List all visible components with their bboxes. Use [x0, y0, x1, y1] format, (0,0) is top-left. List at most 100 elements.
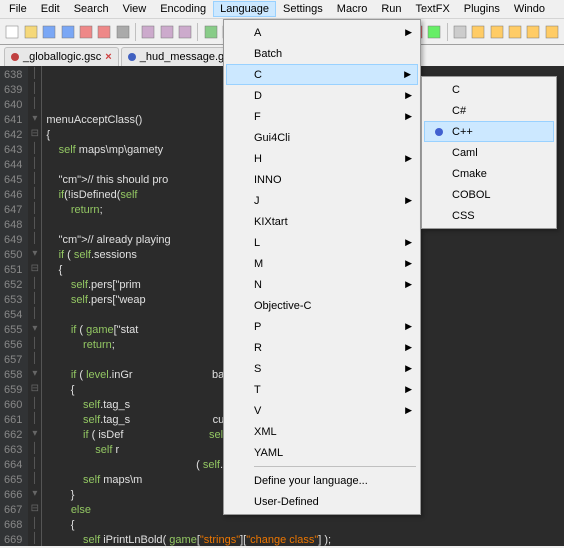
menu-item-label: KIXtart: [254, 216, 288, 228]
close-icon[interactable]: ×: [105, 51, 111, 63]
toolbar-separator: [197, 23, 198, 41]
submenu-arrow-icon: ▶: [405, 384, 412, 395]
h4-button[interactable]: [525, 23, 541, 41]
menu-item-c[interactable]: C▶: [226, 64, 418, 85]
menu-item-l[interactable]: L▶: [226, 232, 418, 253]
submenu-arrow-icon: ▶: [405, 321, 412, 332]
submenu-arrow-icon: ▶: [405, 153, 412, 164]
menu-item-gui4cli[interactable]: Gui4Cli: [226, 127, 418, 148]
h2-button[interactable]: [488, 23, 504, 41]
menu-item-xml[interactable]: XML: [226, 421, 418, 442]
h1-button[interactable]: [470, 23, 486, 41]
cut-button[interactable]: [140, 23, 156, 41]
menu-bar: FileEditSearchViewEncodingLanguageSettin…: [0, 0, 564, 19]
menu-item-label: Cmake: [452, 168, 487, 180]
submenu-arrow-icon: ▶: [405, 405, 412, 416]
menu-item-label: Batch: [254, 48, 282, 60]
submenu-arrow-icon: ▶: [405, 342, 412, 353]
menu-item-label: D: [254, 90, 262, 102]
submenu-arrow-icon: ▶: [405, 363, 412, 374]
h3-button[interactable]: [507, 23, 523, 41]
menu-item-h[interactable]: H▶: [226, 148, 418, 169]
submenu-arrow-icon: ▶: [405, 90, 412, 101]
menu-item-objective-c[interactable]: Objective-C: [226, 295, 418, 316]
print-button[interactable]: [115, 23, 131, 41]
menu-item-t[interactable]: T▶: [226, 379, 418, 400]
submenu-arrow-icon: ▶: [404, 69, 411, 80]
menu-item-r[interactable]: R▶: [226, 337, 418, 358]
menu-item-label: COBOL: [452, 189, 491, 201]
open-button[interactable]: [22, 23, 38, 41]
menu-item-label: Objective-C: [254, 300, 311, 312]
menu-item-user-defined[interactable]: User-Defined: [226, 491, 418, 512]
menu-item-label: T: [254, 384, 261, 396]
menu-edit[interactable]: Edit: [34, 1, 67, 17]
menu-item-c-[interactable]: C#: [424, 100, 554, 121]
tab--hud-message-g[interactable]: _hud_message.g: [121, 47, 231, 66]
menu-item-cmake[interactable]: Cmake: [424, 163, 554, 184]
menu-macro[interactable]: Macro: [330, 1, 375, 17]
menu-item-cobol[interactable]: COBOL: [424, 184, 554, 205]
menu-settings[interactable]: Settings: [276, 1, 330, 17]
menu-item-label: C#: [452, 105, 466, 117]
menu-item-label: P: [254, 321, 261, 333]
menu-item-j[interactable]: J▶: [226, 190, 418, 211]
menu-item-n[interactable]: N▶: [226, 274, 418, 295]
menu-item-kixtart[interactable]: KIXtart: [226, 211, 418, 232]
menu-item-s[interactable]: S▶: [226, 358, 418, 379]
menu-item-label: L: [254, 237, 260, 249]
menu-run[interactable]: Run: [374, 1, 408, 17]
copy-button[interactable]: [159, 23, 175, 41]
menu-item-label: Gui4Cli: [254, 132, 290, 144]
line-number-gutter: 6386396406416426436446456466476486496506…: [0, 66, 28, 546]
menu-item-define-your-language---[interactable]: Define your language...: [226, 470, 418, 491]
h5-button[interactable]: [544, 23, 560, 41]
menu-item-label: INNO: [254, 174, 282, 186]
close-button[interactable]: [78, 23, 94, 41]
menu-item-label: H: [254, 153, 262, 165]
spacer-button[interactable]: [451, 23, 467, 41]
play-button[interactable]: [426, 23, 442, 41]
fold-gutter[interactable]: │││▾⊟│││││││▾⊟│││▾││▾⊟││▾│││▾⊟││: [28, 66, 42, 546]
menu-view[interactable]: View: [116, 1, 154, 17]
menu-item-f[interactable]: F▶: [226, 106, 418, 127]
language-submenu-c[interactable]: C C# C++Caml Cmake COBOL CSS: [421, 76, 557, 229]
menu-item-label: A: [254, 27, 261, 39]
menu-search[interactable]: Search: [67, 1, 116, 17]
menu-item-css[interactable]: CSS: [424, 205, 554, 226]
menu-plugins[interactable]: Plugins: [457, 1, 507, 17]
menu-item-batch[interactable]: Batch: [226, 43, 418, 64]
menu-item-label: M: [254, 258, 263, 270]
saveall-button[interactable]: [59, 23, 75, 41]
new-button[interactable]: [4, 23, 20, 41]
file-status-icon: [11, 53, 19, 61]
toolbar-separator: [447, 23, 448, 41]
menu-item-label: XML: [254, 426, 277, 438]
menu-file[interactable]: File: [2, 1, 34, 17]
paste-button[interactable]: [177, 23, 193, 41]
tab--globallogic-gsc[interactable]: _globallogic.gsc×: [4, 47, 119, 66]
closeall-button[interactable]: [96, 23, 112, 41]
menu-item-label: C: [254, 69, 262, 81]
submenu-arrow-icon: ▶: [405, 237, 412, 248]
menu-item-inno[interactable]: INNO: [226, 169, 418, 190]
file-status-icon: [128, 53, 136, 61]
menu-encoding[interactable]: Encoding: [153, 1, 213, 17]
menu-item-c[interactable]: C: [424, 79, 554, 100]
submenu-arrow-icon: ▶: [405, 111, 412, 122]
menu-item-v[interactable]: V▶: [226, 400, 418, 421]
menu-item-yaml[interactable]: YAML: [226, 442, 418, 463]
undo-button[interactable]: [202, 23, 218, 41]
menu-item-a[interactable]: A▶: [226, 22, 418, 43]
menu-item-p[interactable]: P▶: [226, 316, 418, 337]
menu-windo[interactable]: Windo: [507, 1, 552, 17]
menu-item-caml[interactable]: Caml: [424, 142, 554, 163]
menu-item-label: Define your language...: [254, 475, 368, 487]
menu-language[interactable]: Language: [213, 1, 276, 17]
language-menu[interactable]: A▶BatchC▶D▶F▶Gui4CliH▶INNOJ▶KIXtartL▶M▶N…: [223, 19, 421, 515]
menu-item-m[interactable]: M▶: [226, 253, 418, 274]
menu-textfx[interactable]: TextFX: [409, 1, 457, 17]
menu-item-c--[interactable]: C++: [424, 121, 554, 142]
menu-item-d[interactable]: D▶: [226, 85, 418, 106]
save-button[interactable]: [41, 23, 57, 41]
